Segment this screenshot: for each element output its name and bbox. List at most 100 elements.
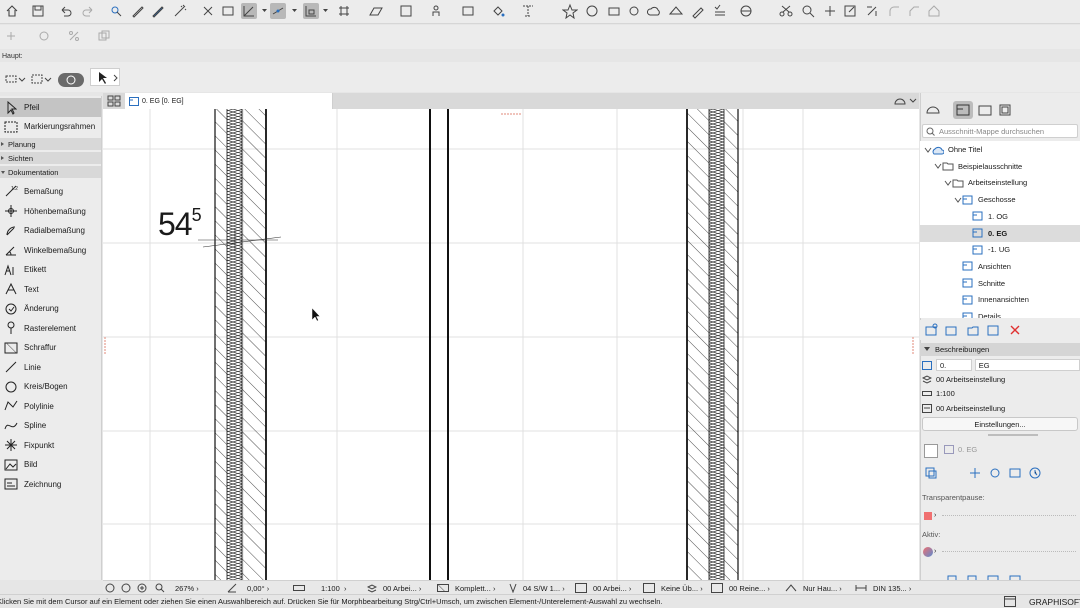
toggle-rotate-icon[interactable] [58, 73, 84, 87]
angle-dropdown[interactable]: 0,00° › [227, 582, 269, 594]
tree-item[interactable]: Schnitte [920, 275, 1080, 292]
chevron-down-icon[interactable] [944, 179, 952, 187]
new-view-icon[interactable] [924, 323, 938, 337]
scissors-icon[interactable] [778, 3, 794, 19]
layers-icon[interactable] [460, 3, 476, 19]
inject-icon[interactable] [150, 3, 166, 19]
chevron-down-icon[interactable] [954, 196, 962, 204]
model-set-row[interactable]: 00 Arbeitseinstellung [920, 401, 1080, 415]
home-icon[interactable] [4, 3, 20, 19]
view-map-search[interactable]: Ausschnitt-Mappe durchsuchen [922, 124, 1078, 138]
tool-arrow[interactable]: Pfeil [0, 98, 101, 117]
marquee-options-icon[interactable] [30, 72, 52, 86]
refresh-trace-icon[interactable] [1028, 466, 1042, 480]
globe-icon[interactable] [738, 3, 754, 19]
cloud-icon[interactable] [646, 3, 662, 19]
view-id-field[interactable]: 0. [936, 359, 972, 371]
add-trace-icon[interactable] [968, 466, 982, 480]
tree-item[interactable]: 1. OG [920, 208, 1080, 225]
zoom-out-icon[interactable] [105, 582, 115, 594]
zoom-dropdown[interactable]: 267% › [155, 582, 199, 594]
layer-set-row[interactable]: 00 Arbeitseinstellung [920, 372, 1080, 386]
tree-item[interactable]: Arbeitseinstellung [920, 174, 1080, 191]
section-planung[interactable]: Planung [0, 138, 101, 151]
tool-polyline[interactable]: Polylinie [0, 397, 101, 416]
new-folder-icon[interactable] [966, 323, 980, 337]
settings-view-icon[interactable] [986, 323, 1000, 337]
save-icon[interactable] [30, 3, 46, 19]
trim-icon[interactable] [822, 3, 838, 19]
tool-angle-dimension[interactable]: Winkelbemaßung [0, 241, 101, 260]
roof-icon[interactable] [668, 3, 684, 19]
tool-text[interactable]: Text [0, 280, 101, 299]
tool-radial-dimension[interactable]: Radialbemaßung [0, 221, 101, 240]
pencil-icon[interactable] [690, 3, 706, 19]
morph-icon[interactable] [626, 3, 642, 19]
settings-button[interactable]: Einstellungen... [922, 417, 1078, 431]
tree-item[interactable]: Beispielausschnitte [920, 158, 1080, 175]
scale-row[interactable]: 1:100 [920, 386, 1080, 400]
cross-snap-icon[interactable] [200, 3, 216, 19]
view-name-field[interactable]: EG [974, 359, 1080, 371]
plane-icon[interactable] [368, 3, 384, 19]
construction-icon[interactable] [303, 3, 319, 19]
elevation-icon[interactable] [4, 28, 20, 44]
trace-icon[interactable] [924, 466, 938, 480]
drawing-canvas[interactable]: 545 [103, 109, 919, 580]
chevron-down-icon[interactable] [934, 162, 942, 170]
rotate-icon[interactable] [36, 28, 52, 44]
trace-color-swatch[interactable] [924, 512, 932, 520]
slider-track[interactable] [942, 515, 1076, 516]
tool-figure[interactable]: Bild [0, 455, 101, 474]
box-select-icon[interactable] [398, 3, 414, 19]
dimension-text[interactable]: 545 [158, 205, 202, 243]
active-color-icon[interactable] [923, 547, 933, 557]
chevron-down-icon[interactable] [292, 8, 297, 13]
tool-drawing[interactable]: Zeichnung [0, 475, 101, 494]
structure-dropdown[interactable]: Komplett... › [437, 582, 495, 594]
tab-floor-plan[interactable]: 0. EG [0. EG] [125, 93, 333, 109]
view-map-icon[interactable] [953, 101, 973, 119]
tree-item[interactable]: Ansichten [920, 258, 1080, 275]
tool-dimension[interactable]: 1.2 Bemaßung [0, 182, 101, 201]
view-icon[interactable] [220, 3, 236, 19]
delete-icon[interactable] [1008, 323, 1022, 337]
fit-icon[interactable] [137, 582, 147, 594]
tree-item[interactable]: Innenansichten [920, 291, 1080, 308]
zoom-in-icon[interactable] [121, 582, 131, 594]
tool-hotspot[interactable]: Fixpunkt [0, 436, 101, 455]
zoom-magnifier-icon[interactable] [800, 3, 816, 19]
grid-icon[interactable] [336, 3, 352, 19]
descriptions-header[interactable]: Beschreibungen [920, 343, 1080, 356]
transparency-slider[interactable]: › [922, 509, 1078, 523]
scale-dropdown[interactable]: 1:100 › [293, 582, 346, 594]
tool-grid-element[interactable]: Rasterelement [0, 319, 101, 338]
panel-divider[interactable] [988, 434, 1038, 436]
override-dropdown[interactable]: Keine Üb... › [643, 582, 703, 594]
figure-icon[interactable] [428, 3, 444, 19]
navigator-view-icon[interactable] [893, 95, 917, 107]
chamfer-icon[interactable] [906, 3, 922, 19]
layer-dropdown[interactable]: 00 Arbei... › [367, 582, 421, 594]
clone-view-icon[interactable] [944, 323, 958, 337]
magic-wand-icon[interactable] [172, 3, 188, 19]
dimension-dropdown[interactable]: Nur Hau... › [785, 582, 842, 594]
tool-spline[interactable]: Spline [0, 416, 101, 435]
pen-set-dropdown[interactable]: 04 S/W 1... › [509, 582, 565, 594]
section-sichten[interactable]: Sichten [0, 152, 101, 165]
preview-icon[interactable] [924, 444, 938, 458]
swap-trace-icon[interactable] [1008, 466, 1022, 480]
dim-standard-dropdown[interactable]: DIN 135... › [855, 582, 911, 594]
chevron-down-icon[interactable] [924, 146, 932, 154]
renovation-dropdown[interactable]: 00 Reine... › [711, 582, 770, 594]
tree-item[interactable]: Geschosse [920, 191, 1080, 208]
tab-grid-icon[interactable] [107, 95, 121, 107]
slider-track[interactable] [942, 551, 1076, 552]
tree-item[interactable]: 0. EG [920, 224, 1080, 242]
percent-icon[interactable] [66, 28, 82, 44]
chevron-down-icon[interactable] [262, 8, 267, 13]
guide-line-icon[interactable] [241, 3, 257, 19]
tree-item[interactable]: Ohne Titel [920, 141, 1080, 158]
goto-icon[interactable] [584, 3, 600, 19]
tool-label[interactable]: Etikett [0, 260, 101, 279]
